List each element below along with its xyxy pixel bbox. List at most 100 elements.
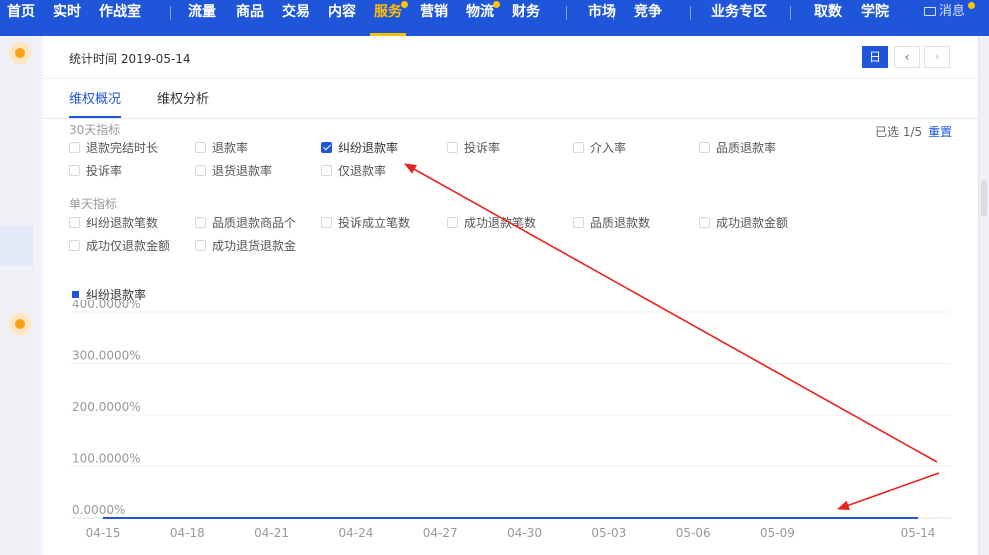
x-tick-label: 04-15 — [86, 526, 121, 540]
nav-item-label: 实时 — [53, 4, 81, 20]
nav-item-label: 竞争 — [634, 4, 662, 20]
indicator-checkbox[interactable]: 品质退款数 — [573, 216, 650, 232]
indicator-checkbox[interactable]: 退货退款率 — [195, 164, 272, 180]
nav-item[interactable]: 作战室 — [99, 0, 141, 36]
checkbox-icon[interactable] — [573, 217, 584, 228]
nav-item-label: 市场 — [588, 4, 616, 20]
reset-link[interactable]: 重置 — [928, 125, 952, 139]
indicator-checkbox[interactable]: 成功退货退款金 — [195, 239, 296, 255]
nav-divider — [170, 6, 171, 20]
nav-item[interactable]: 财务 — [512, 0, 540, 36]
tab-rights-overview[interactable]: 维权概况 — [69, 88, 122, 118]
checkbox-icon[interactable] — [321, 165, 332, 176]
nav-item[interactable]: 营销 — [420, 0, 448, 36]
indicator-checkbox[interactable]: 品质退款率 — [699, 141, 776, 157]
checkbox-icon[interactable] — [195, 217, 206, 228]
checkbox-icon[interactable] — [573, 142, 584, 153]
indicator-checkbox[interactable]: 投诉率 — [447, 141, 500, 157]
nav-item[interactable]: 服务 — [370, 0, 408, 36]
checkbox-icon[interactable] — [195, 165, 206, 176]
checkbox-icon[interactable] — [69, 217, 80, 228]
y-tick-label: 0.0000% — [72, 503, 125, 517]
indicator-checkbox[interactable]: 退款率 — [195, 141, 248, 157]
indicator-label: 投诉率 — [86, 164, 123, 178]
top-navigation-bar: 首页 实时 作战室 流量 商品 交易 内容 服务 营销 物流 财务 市场 竞争 业务专区 取数 学院 消息 — [0, 0, 989, 36]
indicator-label: 品质退款数 — [590, 216, 651, 230]
indicator-label: 成功仅退款金额 — [86, 239, 171, 253]
indicator-checkbox[interactable]: 纠纷退款笔数 — [69, 216, 158, 232]
x-tick-label: 04-27 — [423, 526, 458, 540]
checkbox-icon[interactable] — [69, 165, 80, 176]
nav-divider — [566, 6, 567, 20]
notification-badge-icon[interactable] — [9, 42, 31, 64]
tab-rights-analysis[interactable]: 维权分析 — [157, 88, 209, 118]
checkbox-icon[interactable] — [699, 217, 710, 228]
indicator-label: 成功退款笔数 — [464, 216, 537, 230]
line-chart: 400.0000% 300.0000% 200.0000% 100.0000% 0.00… — [71, 300, 951, 540]
indicator-checkbox[interactable]: 介入率 — [573, 141, 626, 157]
nav-item[interactable]: 竞争 — [634, 0, 662, 36]
legend-swatch — [72, 291, 79, 298]
previous-day-button[interactable]: ‹ — [894, 46, 920, 68]
indicator-checkbox[interactable]: 品质退款商品个 — [195, 216, 296, 232]
indicator-checkbox[interactable]: 成功仅退款金额 — [69, 239, 170, 255]
group-title-30d: 30天指标 — [69, 123, 121, 137]
y-tick-label: 100.0000% — [72, 452, 141, 466]
nav-divider — [690, 6, 691, 20]
next-day-button[interactable]: › — [924, 46, 950, 68]
nav-item[interactable]: 首页 — [7, 0, 35, 36]
checkbox-checked-icon[interactable] — [321, 142, 332, 153]
nav-item[interactable]: 市场 — [588, 0, 616, 36]
checkbox-icon[interactable] — [69, 240, 80, 251]
nav-item[interactable]: 内容 — [328, 0, 356, 36]
nav-item[interactable]: 商品 — [236, 0, 264, 36]
message-link[interactable]: 消息 — [924, 0, 975, 24]
mail-icon — [924, 7, 936, 16]
checkbox-icon[interactable] — [447, 217, 458, 228]
checkbox-icon[interactable] — [321, 217, 332, 228]
stat-time-label: 统计时间 2019-05-14 — [69, 52, 191, 66]
x-tick-label: 05-06 — [676, 526, 711, 540]
indicator-label: 品质退款率 — [716, 141, 777, 155]
indicator-checkbox[interactable]: 投诉率 — [69, 164, 122, 180]
checkbox-icon[interactable] — [195, 240, 206, 251]
day-period-button[interactable]: 日 — [862, 46, 888, 68]
checkbox-icon[interactable] — [69, 142, 80, 153]
indicator-checkbox[interactable]: 仅退款率 — [321, 164, 386, 180]
nav-divider — [613, 6, 614, 20]
checkbox-icon[interactable] — [195, 142, 206, 153]
nav-item-label: 财务 — [512, 4, 540, 20]
indicator-checkbox[interactable]: 成功退款笔数 — [447, 216, 536, 232]
nav-item[interactable]: 物流 — [466, 0, 500, 36]
checkbox-icon[interactable] — [447, 142, 458, 153]
indicator-label: 成功退款金额 — [716, 216, 789, 230]
indicator-label: 介入率 — [590, 141, 627, 155]
nav-item-label: 服务 — [374, 4, 402, 20]
scrollbar-thumb[interactable] — [981, 180, 987, 216]
indicator-label: 品质退款商品个 — [212, 216, 297, 230]
indicator-checkbox[interactable]: 投诉成立笔数 — [321, 216, 410, 232]
indicator-label: 仅退款率 — [338, 164, 387, 178]
nav-item-label: 交易 — [282, 4, 310, 20]
nav-item-label: 流量 — [188, 4, 216, 20]
nav-item[interactable]: 交易 — [282, 0, 310, 36]
group-title-1d: 单天指标 — [69, 197, 118, 211]
checkbox-icon[interactable] — [699, 142, 710, 153]
y-tick-label: 200.0000% — [72, 400, 141, 414]
nav-item-label: 营销 — [420, 4, 448, 20]
x-tick-label: 04-24 — [338, 526, 373, 540]
nav-item[interactable]: 学院 — [861, 0, 889, 36]
nav-item[interactable]: 实时 — [53, 0, 81, 36]
x-tick-label: 05-09 — [760, 526, 795, 540]
notification-badge-icon[interactable] — [9, 313, 31, 335]
nav-item-label: 取数 — [814, 4, 842, 20]
nav-item[interactable]: 流量 — [188, 0, 216, 36]
indicator-checkbox[interactable]: 退款完结时长 — [69, 141, 158, 157]
indicator-checkbox[interactable]: 成功退款金额 — [699, 216, 788, 232]
x-tick-label: 05-03 — [591, 526, 626, 540]
sidebar-active-item[interactable] — [0, 226, 33, 266]
indicator-label: 投诉成立笔数 — [338, 216, 411, 230]
nav-item[interactable]: 业务专区 — [711, 0, 767, 36]
indicator-checkbox[interactable]: 纠纷退款率 — [321, 141, 398, 157]
nav-item[interactable]: 取数 — [814, 0, 842, 36]
